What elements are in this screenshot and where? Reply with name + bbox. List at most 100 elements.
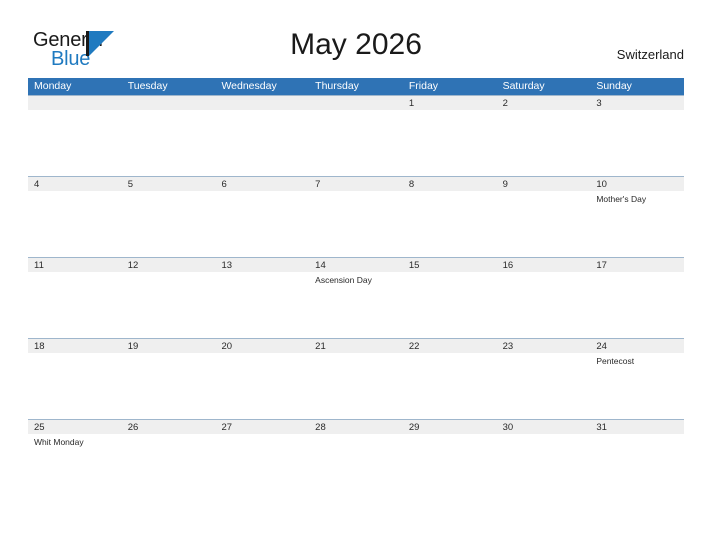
day-header-tuesday: Tuesday <box>127 80 168 92</box>
date-number[interactable]: 1 <box>403 96 497 110</box>
event-label: Ascension Day <box>315 275 372 285</box>
date-number[interactable]: 29 <box>403 420 497 434</box>
date-number[interactable]: 21 <box>309 339 403 353</box>
date-number[interactable]: 20 <box>215 339 309 353</box>
date-number[interactable] <box>215 96 309 110</box>
date-number[interactable]: 9 <box>497 177 591 191</box>
week-event-area: Pentecost <box>28 353 684 419</box>
day-cell[interactable] <box>497 353 591 419</box>
day-cell[interactable] <box>403 191 497 257</box>
page-title: May 2026 <box>290 28 422 61</box>
day-cell[interactable] <box>309 434 403 500</box>
page-header: General Blue May 2026 Switzerland <box>0 0 712 76</box>
day-cell[interactable]: Pentecost <box>590 353 684 419</box>
day-cell[interactable] <box>122 191 216 257</box>
week-row: 18 19 20 21 22 23 24 Pentecost <box>28 338 684 419</box>
day-cell[interactable] <box>28 110 122 176</box>
date-number[interactable]: 25 <box>28 420 122 434</box>
day-header-saturday: Saturday <box>502 80 545 92</box>
day-cell[interactable] <box>497 191 591 257</box>
date-number[interactable]: 24 <box>590 339 684 353</box>
week-row: 25 26 27 28 29 30 31 Whit Monday <box>28 419 684 500</box>
week-event-area: Ascension Day <box>28 272 684 338</box>
date-number[interactable]: 7 <box>309 177 403 191</box>
country-label: Switzerland <box>616 47 684 62</box>
day-cell[interactable] <box>309 353 403 419</box>
date-number[interactable]: 13 <box>215 258 309 272</box>
week-row: 1 2 3 <box>28 95 684 176</box>
date-number[interactable]: 19 <box>122 339 216 353</box>
date-number[interactable]: 8 <box>403 177 497 191</box>
day-cell[interactable] <box>590 434 684 500</box>
calendar-page: General Blue May 2026 Switzerland Monday… <box>0 0 712 550</box>
day-cell[interactable] <box>497 434 591 500</box>
date-number[interactable]: 26 <box>122 420 216 434</box>
week-date-numbers: 1 2 3 <box>28 95 684 110</box>
day-cell[interactable] <box>309 191 403 257</box>
day-cell[interactable] <box>215 191 309 257</box>
date-number[interactable]: 31 <box>590 420 684 434</box>
date-number[interactable]: 5 <box>122 177 216 191</box>
day-cell[interactable] <box>403 110 497 176</box>
day-header-monday: Monday <box>34 80 72 92</box>
date-number[interactable] <box>28 96 122 110</box>
day-cell[interactable] <box>309 110 403 176</box>
date-number[interactable] <box>122 96 216 110</box>
day-cell[interactable] <box>215 110 309 176</box>
day-header-wednesday: Wednesday <box>221 80 277 92</box>
day-cell[interactable] <box>122 353 216 419</box>
day-cell[interactable] <box>497 272 591 338</box>
week-date-numbers: 11 12 13 14 15 16 17 <box>28 257 684 272</box>
day-cell[interactable]: Whit Monday <box>28 434 122 500</box>
date-number[interactable]: 27 <box>215 420 309 434</box>
day-cell[interactable] <box>590 110 684 176</box>
day-cell[interactable] <box>28 353 122 419</box>
day-header-thursday: Thursday <box>315 80 359 92</box>
day-cell[interactable] <box>215 434 309 500</box>
week-date-numbers: 18 19 20 21 22 23 24 <box>28 338 684 353</box>
date-number[interactable]: 28 <box>309 420 403 434</box>
day-cell[interactable] <box>590 272 684 338</box>
week-event-area <box>28 110 684 176</box>
date-number[interactable]: 6 <box>215 177 309 191</box>
day-cell[interactable] <box>122 272 216 338</box>
week-row: 11 12 13 14 15 16 17 Ascension Day <box>28 257 684 338</box>
day-cell[interactable] <box>403 434 497 500</box>
week-event-area: Whit Monday <box>28 434 684 500</box>
day-cell[interactable] <box>28 272 122 338</box>
date-number[interactable]: 23 <box>497 339 591 353</box>
date-number[interactable]: 16 <box>497 258 591 272</box>
week-date-numbers: 25 26 27 28 29 30 31 <box>28 419 684 434</box>
day-cell[interactable]: Mother's Day <box>590 191 684 257</box>
event-label: Whit Monday <box>34 437 84 447</box>
day-cell[interactable] <box>403 272 497 338</box>
date-number[interactable]: 30 <box>497 420 591 434</box>
date-number[interactable]: 15 <box>403 258 497 272</box>
day-of-week-header: Monday Tuesday Wednesday Thursday Friday… <box>28 78 684 95</box>
day-cell[interactable] <box>403 353 497 419</box>
event-label: Pentecost <box>596 356 635 366</box>
date-number[interactable]: 2 <box>497 96 591 110</box>
day-cell[interactable] <box>215 353 309 419</box>
day-header-friday: Friday <box>408 80 439 92</box>
day-header-sunday: Sunday <box>596 80 632 92</box>
date-number[interactable]: 11 <box>28 258 122 272</box>
date-number[interactable]: 4 <box>28 177 122 191</box>
date-number[interactable]: 3 <box>590 96 684 110</box>
date-number[interactable] <box>309 96 403 110</box>
date-number[interactable]: 10 <box>590 177 684 191</box>
date-number[interactable]: 14 <box>309 258 403 272</box>
date-number[interactable]: 12 <box>122 258 216 272</box>
day-cell[interactable] <box>215 272 309 338</box>
day-cell[interactable] <box>497 110 591 176</box>
week-date-numbers: 4 5 6 7 8 9 10 <box>28 176 684 191</box>
date-number[interactable]: 17 <box>590 258 684 272</box>
day-cell[interactable] <box>122 434 216 500</box>
day-cell[interactable] <box>122 110 216 176</box>
week-event-area: Mother's Day <box>28 191 684 257</box>
day-cell[interactable]: Ascension Day <box>309 272 403 338</box>
calendar-grid: Monday Tuesday Wednesday Thursday Friday… <box>28 78 684 500</box>
day-cell[interactable] <box>28 191 122 257</box>
date-number[interactable]: 18 <box>28 339 122 353</box>
date-number[interactable]: 22 <box>403 339 497 353</box>
